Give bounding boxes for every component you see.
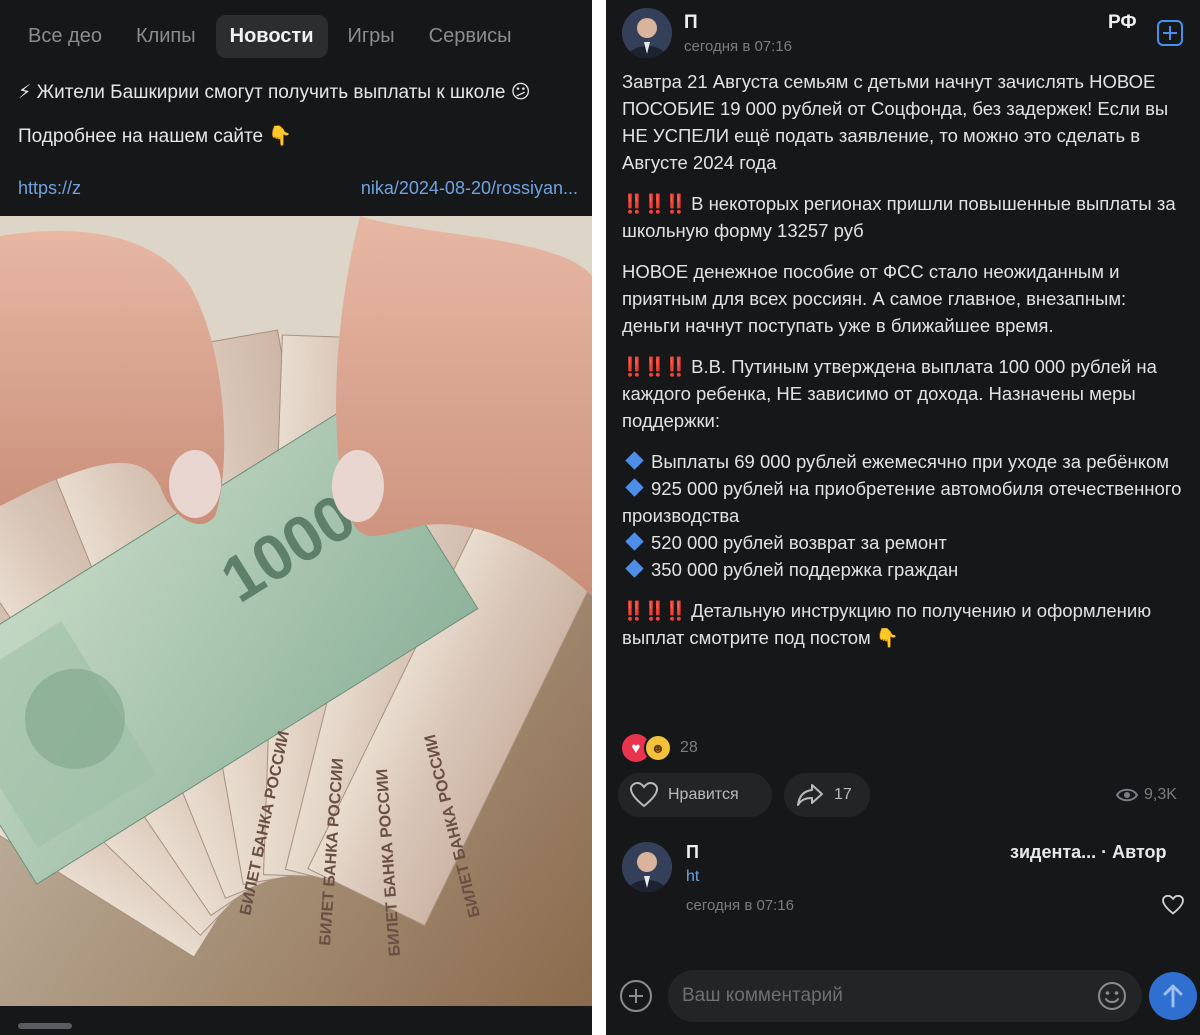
arrow-up-icon (1163, 984, 1183, 1008)
progress-pill (18, 1023, 72, 1029)
list-item-text: Выплаты 69 000 рублей ежемесячно при ухо… (651, 451, 1169, 472)
tab-clips[interactable]: Клипы (122, 15, 210, 58)
blue-diamond-icon (625, 559, 644, 578)
post-body: Завтра 21 Августа семьям с детьми начнут… (622, 68, 1188, 665)
post-more-text: Подробнее на нашем сайте 👇 (18, 126, 293, 147)
blue-diamond-icon (625, 478, 644, 497)
post-headline: ⚡ Жители Башкирии смогут получить выплат… (18, 82, 531, 103)
comment-like-button[interactable] (1162, 894, 1184, 920)
banknotes-photo: 1000 БИЛЕТ БАНКА РОССИИ БИЛЕТ БАНКА РОСС… (0, 216, 592, 1006)
subscribe-plus-icon[interactable] (1157, 20, 1183, 46)
tab-all[interactable]: Все део (14, 15, 116, 58)
post-link-end[interactable]: nika/2024-08-20/rossiyan... (361, 178, 578, 199)
post-paragraph-text: В.В. Путиным утверждена выплата 100 000 … (622, 356, 1157, 431)
share-count: 17 (834, 786, 852, 803)
blue-diamond-icon (625, 451, 644, 470)
list-item-text: 925 000 рублей на приобретение автомобил… (622, 478, 1182, 526)
list-item: 350 000 рублей поддержка граждан (622, 556, 1188, 583)
views-counter: 9,3K (1116, 786, 1177, 804)
emoji-icon[interactable] (1096, 980, 1128, 1012)
post-timestamp: сегодня в 07:16 (684, 38, 792, 55)
support-list: Выплаты 69 000 рублей ежемесячно при ухо… (622, 448, 1188, 583)
share-button[interactable]: 17 (784, 773, 870, 817)
post-paragraph-text: Детальную инструкцию по получению и офор… (622, 600, 1152, 648)
avatar-image (622, 8, 672, 58)
commenter-avatar[interactable] (622, 842, 672, 892)
post-link-start[interactable]: https://z (18, 178, 81, 199)
share-arrow-icon (797, 784, 823, 806)
feed-tabs: Все део Клипы Новости Игры Сервисы (0, 0, 592, 72)
tab-services[interactable]: Сервисы (415, 15, 526, 58)
blue-diamond-icon (625, 532, 644, 551)
post-paragraph: Завтра 21 Августа семьям с детьми начнут… (622, 71, 1169, 173)
post-photo[interactable]: 1000 БИЛЕТ БАНКА РОССИИ БИЛЕТ БАНКА РОСС… (0, 216, 592, 1006)
post-paragraph: НОВОЕ денежное пособие от ФСС стало неож… (622, 261, 1127, 336)
list-item: 925 000 рублей на приобретение автомобил… (622, 475, 1188, 529)
post-paragraph: ‼️‼️‼️ В некоторых регионах пришли повыше… (622, 190, 1188, 244)
comment-text[interactable]: ht (686, 868, 699, 886)
like-button[interactable]: Нравится (618, 773, 772, 817)
author-name[interactable]: П (684, 12, 698, 34)
post-paragraph-text: В некоторых регионах пришли повышенные в… (622, 193, 1176, 241)
send-button[interactable] (1149, 972, 1197, 1020)
bottom-strip (0, 1006, 592, 1035)
list-item-text: 350 000 рублей поддержка граждан (651, 559, 959, 580)
list-item: Выплаты 69 000 рублей ежемесячно при ухо… (622, 448, 1188, 475)
post-link[interactable]: https://z nika/2024-08-20/rossiyan... (18, 178, 578, 199)
like-label: Нравится (668, 786, 739, 803)
post-text: ⚡ Жители Башкирии смогут получить выплат… (18, 80, 578, 168)
post-paragraph: ‼️‼️‼️ В.В. Путиным утверждена выплата 10… (622, 353, 1188, 434)
comment-author-meta: зидента... · Автор (1010, 842, 1167, 862)
reactions-count: 28 (680, 739, 698, 756)
eye-icon (1116, 788, 1138, 802)
author-avatar[interactable] (622, 8, 672, 58)
reactions-summary[interactable]: ♥ ☻ 28 (622, 734, 698, 762)
attach-plus-icon[interactable] (620, 980, 652, 1012)
double-exclamation-icon: ‼️‼️‼️ (622, 600, 687, 621)
comment-input[interactable] (668, 970, 1142, 1022)
views-count: 9,3K (1144, 786, 1177, 803)
list-item-text: 520 000 рублей возврат за ремонт (651, 532, 947, 553)
tab-news[interactable]: Новости (215, 14, 328, 58)
heart-outline-icon (630, 782, 658, 808)
news-feed-panel: Все део Клипы Новости Игры Сервисы ⚡ Жит… (0, 0, 592, 1035)
post-detail-panel: П сегодня в 07:16 РФ Завтра 21 Августа с… (606, 0, 1200, 1035)
author-name-suffix[interactable]: РФ (1108, 12, 1137, 34)
list-item: 520 000 рублей возврат за ремонт (622, 529, 1188, 556)
avatar-image (622, 842, 672, 892)
comment-timestamp: сегодня в 07:16 (686, 897, 794, 914)
tab-games[interactable]: Игры (334, 15, 409, 58)
post-paragraph: ‼️‼️‼️ Детальную инструкцию по получению … (622, 597, 1188, 651)
double-exclamation-icon: ‼️‼️‼️ (622, 356, 687, 377)
double-exclamation-icon: ‼️‼️‼️ (622, 193, 687, 214)
laugh-reaction-icon: ☻ (644, 734, 672, 762)
comment-author[interactable]: П (686, 842, 699, 863)
comment-composer (606, 958, 1200, 1035)
heart-outline-icon (1162, 894, 1184, 915)
